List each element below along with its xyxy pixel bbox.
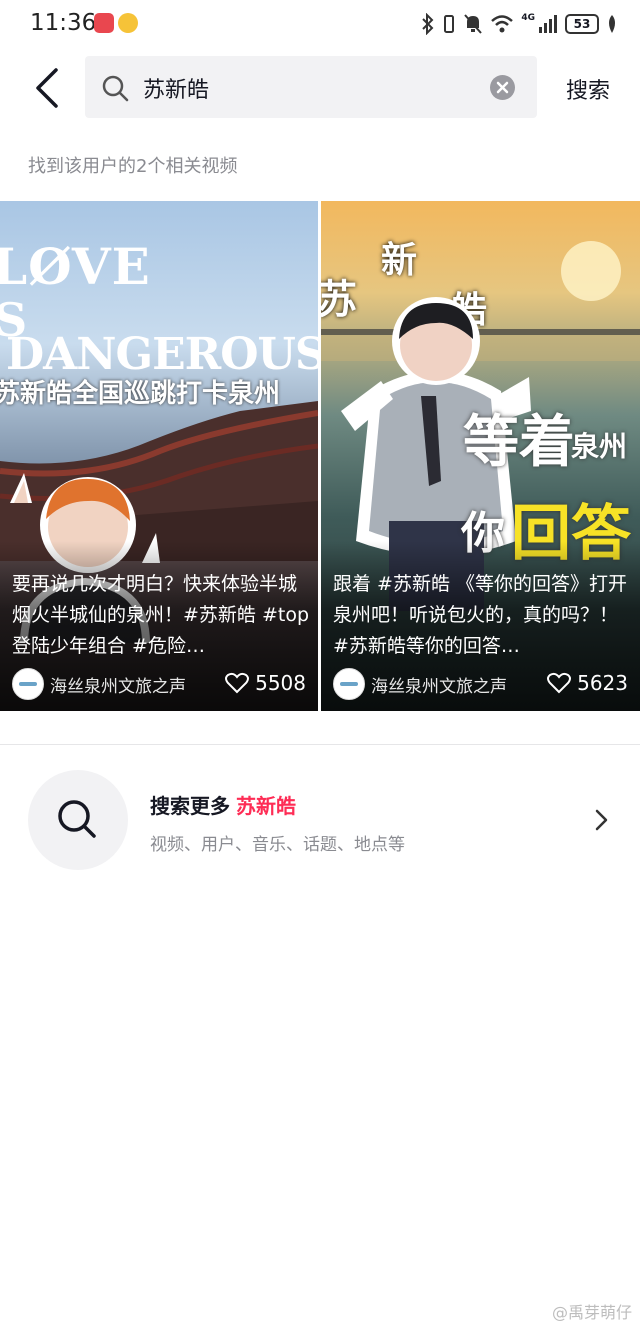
- search-input[interactable]: 苏新皓: [85, 56, 537, 118]
- video-likes: 5508: [225, 671, 306, 695]
- search-icon: [58, 800, 96, 838]
- video-author[interactable]: 海丝泉州文旅之声: [333, 668, 507, 700]
- bluetooth-icon: [422, 13, 434, 35]
- search-more-row[interactable]: 搜索更多 苏新皓 视频、用户、音乐、话题、地点等: [0, 768, 640, 870]
- status-indicators: 4G 53: [421, 12, 618, 36]
- like-count: 5508: [255, 671, 306, 695]
- battery-indicator: 53: [565, 14, 599, 34]
- poster-text: 等着: [463, 410, 575, 475]
- signal-icon: [539, 15, 557, 33]
- author-name: 海丝泉州文旅之声: [50, 676, 186, 697]
- search-more-keyword: 苏新皓: [236, 794, 296, 818]
- weibo-notification-icon: [118, 13, 138, 33]
- chevron-right-icon: [595, 809, 608, 831]
- search-more-label: 搜索更多: [150, 794, 230, 818]
- back-button[interactable]: [30, 68, 66, 108]
- search-query[interactable]: 苏新皓: [143, 72, 209, 104]
- video-title: 要再说几次才明白？快来体验半城烟火半城仙的泉州！#苏新皓 #top登陆少年组合 …: [12, 573, 310, 657]
- poster-char: 新: [381, 240, 418, 281]
- video-likes: 5623: [547, 671, 628, 695]
- search-icon: [102, 75, 129, 102]
- chevron-left-icon: [36, 68, 58, 108]
- poster-text: 泉州: [571, 430, 628, 463]
- video-card[interactable]: 苏 新 皓 等着 泉州 你 回答 跟着 #苏新皓 《等你的回答》打开泉州吧！听说…: [321, 201, 640, 711]
- vibrate-icon: [444, 15, 455, 33]
- video-title: 跟着 #苏新皓 《等你的回答》打开泉州吧！听说包火的，真的吗？！ #苏新皓等你的…: [333, 573, 627, 657]
- clear-icon[interactable]: [490, 75, 515, 100]
- search-button[interactable]: 搜索: [566, 73, 610, 105]
- video-author[interactable]: 海丝泉州文旅之声: [12, 668, 186, 700]
- video-card[interactable]: LØVE S DANGEROUS 苏新皓全国巡跳打卡泉州 要再说几次才明白？快来…: [0, 201, 318, 711]
- search-more-subtitle: 视频、用户、音乐、话题、地点等: [150, 835, 405, 855]
- result-count: 找到该用户的2个相关视频: [28, 156, 238, 177]
- author-avatar[interactable]: [333, 668, 365, 700]
- battery-level: 53: [573, 17, 591, 31]
- author-avatar[interactable]: [12, 668, 44, 700]
- leaf-icon: [609, 15, 615, 33]
- app-notification-icon: [94, 13, 114, 33]
- video-grid: LØVE S DANGEROUS 苏新皓全国巡跳打卡泉州 要再说几次才明白？快来…: [0, 201, 640, 711]
- status-bar: 11:36 4G 53: [0, 0, 640, 50]
- network-type: 4G: [521, 13, 535, 23]
- mute-bell-icon: [464, 14, 483, 34]
- author-name: 海丝泉州文旅之声: [371, 676, 507, 697]
- heart-icon: [225, 672, 250, 694]
- wifi-icon: [491, 15, 514, 33]
- divider: [0, 744, 640, 745]
- heart-icon: [547, 672, 572, 694]
- status-time: 11:36: [30, 10, 97, 36]
- search-more-title: 搜索更多 苏新皓: [150, 790, 296, 819]
- like-count: 5623: [577, 671, 628, 695]
- search-more-icon-wrap: [28, 770, 128, 870]
- watermark: @禹芽萌仔: [551, 1303, 632, 1322]
- poster-text: LØVE: [0, 237, 151, 296]
